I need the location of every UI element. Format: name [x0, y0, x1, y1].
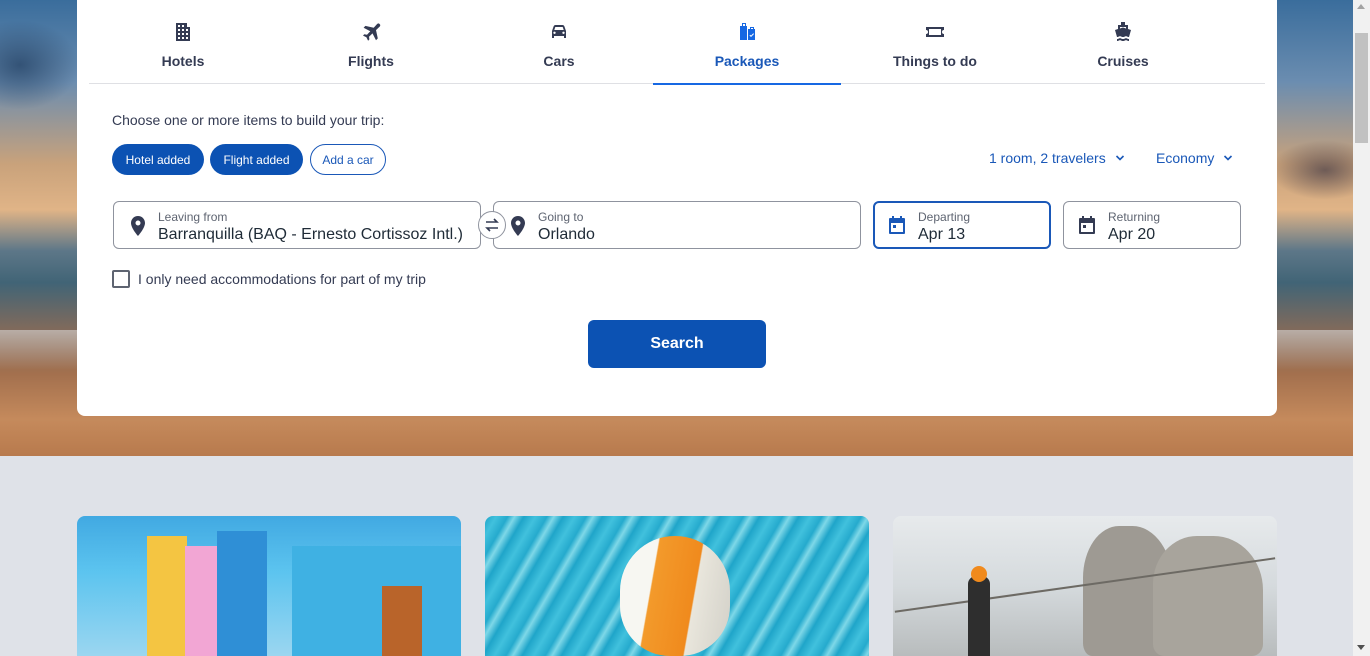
returning-value: Apr 20	[1108, 226, 1156, 243]
tab-label: Flights	[348, 53, 394, 69]
cabin-class-dropdown[interactable]: Economy	[1156, 150, 1233, 166]
airplane-icon	[363, 23, 381, 41]
tab-label: Packages	[714, 53, 780, 69]
calendar-icon	[1079, 216, 1095, 234]
scroll-down-icon[interactable]	[1357, 645, 1365, 650]
travelers-value: 1 room, 2 travelers	[989, 150, 1106, 166]
tab-label: Hotels	[161, 53, 205, 69]
card-image-building	[185, 546, 220, 656]
tab-label: Things to do	[893, 53, 977, 69]
card-image-building	[292, 546, 461, 656]
search-panel: Hotels Flights Cars Packages Things to d…	[77, 0, 1277, 416]
card-image-building	[147, 536, 187, 656]
ticket-icon	[926, 27, 944, 37]
card-image-helmet	[971, 566, 987, 582]
partial-stay-checkbox[interactable]	[112, 270, 130, 288]
calendar-icon	[889, 216, 905, 234]
tab-packages[interactable]: Packages	[653, 0, 841, 85]
going-to-field[interactable]: Going to Orlando	[493, 201, 861, 249]
product-tabs: Hotels Flights Cars Packages Things to d…	[89, 0, 1265, 85]
cabin-class-value: Economy	[1156, 150, 1215, 166]
suitcase-icon	[740, 23, 755, 40]
tab-cruises[interactable]: Cruises	[1029, 0, 1217, 84]
hotel-added-chip[interactable]: Hotel added	[112, 144, 204, 175]
add-car-chip[interactable]: Add a car	[310, 144, 386, 175]
leaving-from-value: Barranquilla (BAQ - Ernesto Cortissoz In…	[158, 226, 463, 243]
search-button[interactable]: Search	[588, 320, 766, 368]
build-trip-instructions: Choose one or more items to build your t…	[112, 112, 385, 128]
swap-locations-button[interactable]	[478, 211, 506, 239]
destination-card-colorful-street[interactable]	[77, 516, 461, 656]
card-image-door	[382, 586, 422, 656]
departing-value: Apr 13	[918, 226, 966, 243]
car-icon	[552, 25, 566, 38]
card-image-climber	[968, 576, 990, 656]
tab-cars[interactable]: Cars	[465, 0, 653, 84]
partial-stay-label[interactable]: I only need accommodations for part of m…	[138, 271, 426, 287]
tab-hotels[interactable]: Hotels	[89, 0, 277, 84]
page-scrollbar[interactable]	[1353, 0, 1370, 656]
card-image-rock	[1153, 536, 1263, 656]
leaving-from-label: Leaving from	[158, 210, 228, 224]
destination-card-adventure[interactable]	[893, 516, 1277, 656]
scroll-up-icon[interactable]	[1357, 4, 1365, 9]
location-pin-icon	[511, 216, 525, 236]
tab-things-to-do[interactable]: Things to do	[841, 0, 1029, 84]
location-pin-icon	[131, 216, 145, 236]
card-image-building	[217, 531, 267, 656]
tab-label: Cruises	[1097, 53, 1149, 69]
leaving-from-field[interactable]: Leaving from Barranquilla (BAQ - Ernesto…	[113, 201, 481, 249]
going-to-value: Orlando	[538, 226, 595, 243]
destination-card-pool[interactable]	[485, 516, 869, 656]
cruise-ship-icon	[1115, 22, 1131, 41]
tab-label: Cars	[543, 53, 575, 69]
travelers-dropdown[interactable]: 1 room, 2 travelers	[989, 150, 1125, 166]
departing-label: Departing	[918, 210, 971, 224]
going-to-label: Going to	[538, 210, 584, 224]
card-image-beach-ball	[620, 536, 730, 656]
returning-label: Returning	[1108, 210, 1161, 224]
chevron-down-icon	[1115, 155, 1124, 161]
flight-added-chip[interactable]: Flight added	[210, 144, 303, 175]
chevron-down-icon	[1224, 155, 1233, 161]
departing-date-field[interactable]: Departing Apr 13	[873, 201, 1051, 249]
tab-flights[interactable]: Flights	[277, 0, 465, 84]
hero-cloud	[0, 20, 80, 110]
swap-arrows-icon	[485, 218, 499, 232]
scrollbar-thumb[interactable]	[1355, 33, 1368, 143]
hotel-building-icon	[176, 23, 190, 41]
returning-date-field[interactable]: Returning Apr 20	[1063, 201, 1241, 249]
hero-cloud	[1270, 140, 1353, 200]
